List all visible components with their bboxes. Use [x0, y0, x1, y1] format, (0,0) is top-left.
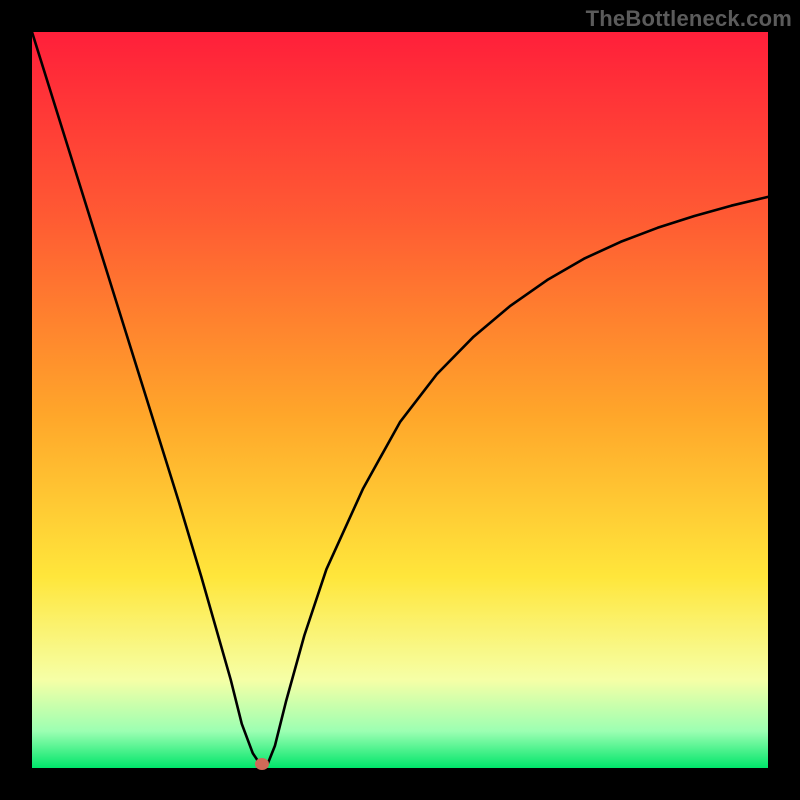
optimum-marker [255, 758, 269, 770]
chart-frame: TheBottleneck.com [0, 0, 800, 800]
watermark-text: TheBottleneck.com [586, 6, 792, 32]
bottleneck-curve [32, 32, 768, 768]
plot-area [32, 32, 768, 768]
